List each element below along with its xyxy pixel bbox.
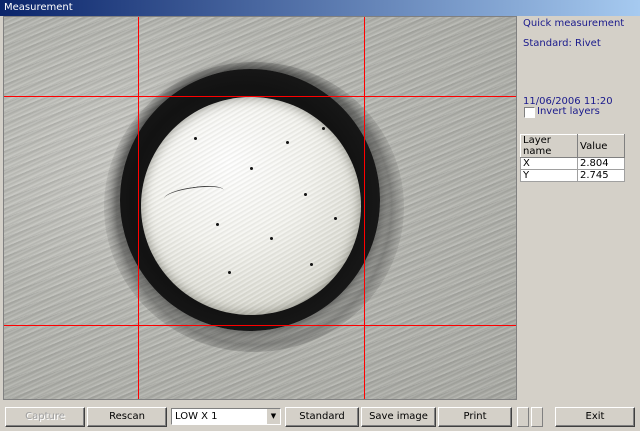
capture-button[interactable]: Capture <box>5 407 85 427</box>
microscope-image-view[interactable] <box>3 16 517 400</box>
rivet-head <box>141 97 361 315</box>
exit-button[interactable]: Exit <box>555 407 635 427</box>
window-title: Measurement <box>0 0 640 16</box>
crosshair-vertical-left[interactable] <box>138 17 139 399</box>
surface-speck <box>216 223 219 226</box>
panel-heading: Quick measurement <box>523 18 625 29</box>
surface-speck <box>286 141 289 144</box>
standard-label: Standard: Rivet <box>523 38 601 49</box>
table-row[interactable]: X 2.804 <box>520 157 625 170</box>
magnification-select[interactable]: LOW X 1 ▼ <box>171 408 281 425</box>
save-image-button[interactable]: Save image <box>361 407 436 427</box>
layer-value-cell: 2.804 <box>577 157 625 170</box>
layer-value-cell: 2.745 <box>577 169 625 182</box>
standard-button[interactable]: Standard <box>285 407 359 427</box>
surface-speck <box>270 237 273 240</box>
crosshair-vertical-right[interactable] <box>364 17 365 399</box>
surface-speck <box>194 137 197 140</box>
surface-speck <box>334 217 337 220</box>
column-header-layer-name[interactable]: Layer name <box>520 134 578 158</box>
surface-speck <box>322 127 325 130</box>
surface-speck <box>304 193 307 196</box>
crosshair-horizontal-top[interactable] <box>4 96 516 97</box>
table-header-row: Layer name Value <box>520 134 625 158</box>
next-layer-button[interactable] <box>531 407 543 427</box>
invert-layers-checkbox[interactable] <box>524 107 535 118</box>
chevron-down-icon[interactable]: ▼ <box>266 409 280 424</box>
surface-speck <box>250 167 253 170</box>
prev-layer-button[interactable] <box>517 407 529 427</box>
magnification-value: LOW X 1 <box>175 411 218 422</box>
measurement-info-panel: Quick measurement Standard: Rivet 11/06/… <box>520 16 638 400</box>
surface-speck <box>228 271 231 274</box>
invert-layers-label[interactable]: Invert layers <box>537 106 600 117</box>
layers-table: Layer name Value X 2.804 Y 2.745 <box>520 134 625 182</box>
layer-name-cell: Y <box>520 169 578 182</box>
table-row[interactable]: Y 2.745 <box>520 169 625 182</box>
surface-speck <box>310 263 313 266</box>
rescan-button[interactable]: Rescan <box>87 407 167 427</box>
layer-name-cell: X <box>520 157 578 170</box>
crosshair-horizontal-bottom[interactable] <box>4 325 516 326</box>
column-header-value[interactable]: Value <box>577 134 625 158</box>
print-button[interactable]: Print <box>438 407 512 427</box>
